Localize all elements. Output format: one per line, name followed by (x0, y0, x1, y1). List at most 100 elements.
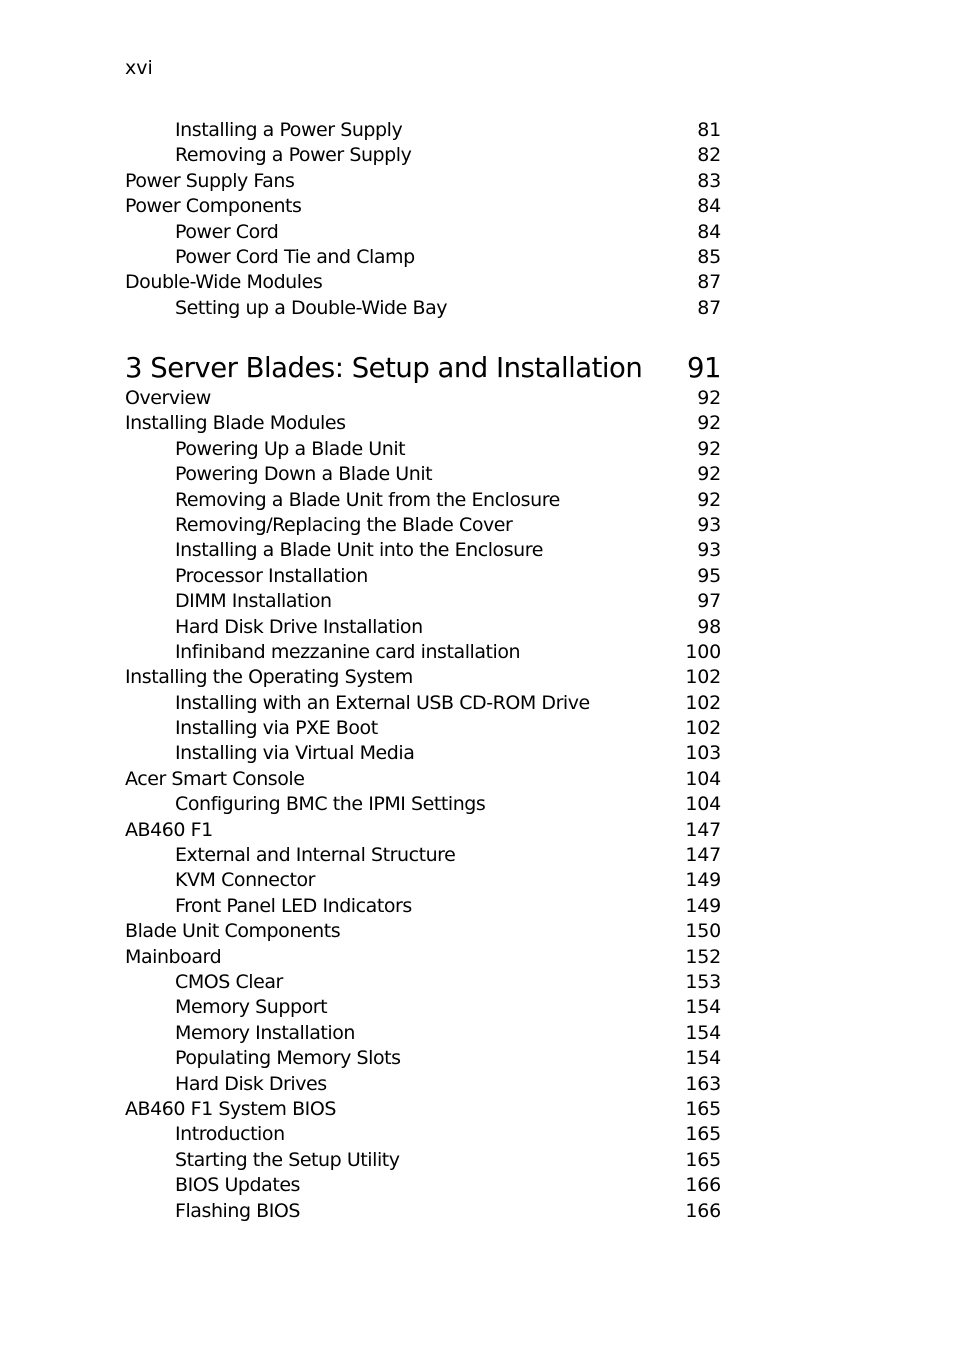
chapter-heading[interactable]: 3 Server Blades: Setup and Installation … (125, 350, 722, 386)
page-number: xvi (125, 57, 153, 79)
toc-entry-title: Installing via Virtual Media (175, 742, 415, 765)
toc-entry-page-number: 83 (697, 169, 721, 192)
toc-subentry[interactable]: Processor Installation 95 (125, 564, 721, 589)
toc-entry-page-number: 93 (697, 539, 721, 562)
toc-entry[interactable]: Acer Smart Console 104 (125, 767, 721, 792)
toc-subentry[interactable]: Installing via PXE Boot 102 (125, 716, 721, 741)
toc-entry-title: Installing with an External USB CD-ROM D… (175, 691, 590, 714)
toc-subentry[interactable]: External and Internal Structure 147 (125, 843, 721, 868)
toc-subentry[interactable]: Removing a Blade Unit from the Enclosure… (125, 488, 721, 513)
toc-subentry[interactable]: Installing via Virtual Media 103 (125, 741, 721, 766)
toc-entry-page-number: 150 (685, 920, 721, 943)
toc-subentry[interactable]: Introduction 165 (125, 1122, 721, 1147)
toc-subentry[interactable]: Installing with an External USB CD-ROM D… (125, 691, 721, 716)
toc-entry-title: Installing Blade Modules (125, 412, 346, 435)
toc-subentry[interactable]: Removing/Replacing the Blade Cover 93 (125, 513, 721, 538)
toc-entry-page-number: 92 (697, 412, 721, 435)
toc-entry-title: Installing a Blade Unit into the Enclosu… (175, 539, 543, 562)
toc-entry-page-number: 92 (697, 488, 721, 511)
toc-entry-page-number: 92 (697, 387, 721, 409)
toc-entry-title: AB460 F1 System BIOS (125, 1097, 336, 1120)
toc-subentry[interactable]: Infiniband mezzanine card installation 10… (125, 640, 721, 665)
toc-entry-title: Installing the Operating System (125, 666, 413, 689)
toc-entry-page-number: 149 (685, 894, 721, 917)
toc-subentry[interactable]: Populating Memory Slots 154 (125, 1046, 721, 1071)
toc-subentry[interactable]: Starting the Setup Utility 165 (125, 1148, 721, 1173)
toc-subentry[interactable]: Memory Support 154 (125, 995, 721, 1020)
toc-subentry[interactable]: BIOS Updates 166 (125, 1173, 721, 1198)
toc-continued-list: Installing a Power Supply 81 Removing a Po… (125, 118, 721, 321)
toc-entry[interactable]: Installing the Operating System 102 (125, 665, 721, 690)
toc-subentry[interactable]: Powering Up a Blade Unit 92 (125, 437, 721, 462)
toc-subentry[interactable]: Front Panel LED Indicators 149 (125, 894, 721, 919)
toc-entry-page-number: 152 (685, 945, 721, 968)
toc-entry-page-number: 147 (685, 844, 721, 867)
toc-subentry[interactable]: Removing a Power Supply 82 (125, 143, 721, 168)
toc-entry-page-number: 165 (685, 1123, 721, 1146)
toc-entry[interactable]: Mainboard 152 (125, 945, 721, 970)
toc-entry-title: Removing/Replacing the Blade Cover (175, 513, 513, 536)
toc-entry-page-number: 147 (685, 818, 721, 841)
toc-entry[interactable]: Power Supply Fans 83 (125, 169, 721, 194)
toc-entry-page-number: 102 (685, 691, 721, 714)
toc-entry-title: Power Components (125, 195, 302, 218)
toc-subentry[interactable]: CMOS Clear 153 (125, 970, 721, 995)
toc-entry-page-number: 84 (697, 220, 721, 243)
toc-entry-title: Front Panel LED Indicators (175, 894, 412, 917)
toc-subentry[interactable]: Powering Down a Blade Unit 92 (125, 462, 721, 487)
toc-entry-page-number: 84 (697, 195, 721, 218)
toc-subentry[interactable]: Power Cord 84 (125, 220, 721, 245)
toc-entry[interactable]: Overview 92 (125, 386, 721, 411)
toc-entry-title: Installing a Power Supply (175, 119, 403, 141)
toc-subentry[interactable]: Memory Installation 154 (125, 1021, 721, 1046)
toc-entry-title: Power Cord Tie and Clamp (175, 245, 415, 268)
toc-subentry[interactable]: KVM Connector 149 (125, 868, 721, 893)
toc-entry-title: Memory Support (175, 996, 328, 1019)
toc-entry-title: BIOS Updates (175, 1174, 301, 1197)
toc-subentry[interactable]: Hard Disk Drives 163 (125, 1072, 721, 1097)
toc-entry-page-number: 103 (685, 742, 721, 765)
chapter-page-number: 91 (687, 352, 722, 384)
toc-entry[interactable]: Installing Blade Modules 92 (125, 411, 721, 436)
toc-entry-page-number: 102 (685, 666, 721, 689)
toc-entry-title: Powering Down a Blade Unit (175, 463, 433, 486)
toc-entry[interactable]: AB460 F1 System BIOS 165 (125, 1097, 721, 1122)
toc-entry-page-number: 154 (685, 996, 721, 1019)
toc-entry-title: Hard Disk Drives (175, 1072, 327, 1095)
toc-entry-title: Power Supply Fans (125, 169, 295, 192)
toc-entry[interactable]: AB460 F1 147 (125, 818, 721, 843)
toc-subentry[interactable]: Flashing BIOS 166 (125, 1199, 721, 1224)
toc-entry-title: Hard Disk Drive Installation (175, 615, 423, 638)
toc-entry-page-number: 153 (685, 970, 721, 993)
toc-subentry[interactable]: Installing a Power Supply 81 (125, 118, 721, 143)
toc-subentry[interactable]: Configuring BMC the IPMI Settings 104 (125, 792, 721, 817)
toc-entry-page-number: 154 (685, 1021, 721, 1044)
toc-entry[interactable]: Blade Unit Components 150 (125, 919, 721, 944)
toc-entry-page-number: 166 (685, 1199, 721, 1222)
toc-entry-title: External and Internal Structure (175, 844, 456, 867)
toc-entry-page-number: 165 (685, 1097, 721, 1120)
toc-entry[interactable]: Power Components 84 (125, 194, 721, 219)
toc-entry-page-number: 104 (685, 767, 721, 790)
toc-subentry[interactable]: Installing a Blade Unit into the Enclosu… (125, 538, 721, 563)
toc-subentry[interactable]: Hard Disk Drive Installation 98 (125, 615, 721, 640)
toc-entry-page-number: 98 (697, 615, 721, 638)
toc-entry-title: DIMM Installation (175, 590, 332, 613)
toc-entry-title: Memory Installation (175, 1021, 355, 1044)
toc-entry-page-number: 97 (697, 590, 721, 613)
toc-entry-page-number: 104 (685, 793, 721, 816)
toc-entry-title: Powering Up a Blade Unit (175, 437, 406, 460)
toc-chapter-3: 3 Server Blades: Setup and Installation … (125, 350, 722, 1224)
toc-entry-page-number: 166 (685, 1174, 721, 1197)
toc-subentry[interactable]: DIMM Installation 97 (125, 589, 721, 614)
toc-entry-title: Power Cord (175, 220, 279, 243)
toc-entry[interactable]: Double-Wide Modules 87 (125, 270, 721, 295)
toc-entry-page-number: 82 (697, 144, 721, 167)
toc-entry-title: Setting up a Double-Wide Bay (175, 296, 448, 319)
toc-entry-page-number: 102 (685, 717, 721, 740)
toc-subentry[interactable]: Setting up a Double-Wide Bay 87 (125, 296, 721, 321)
toc-entry-page-number: 81 (697, 119, 721, 141)
toc-entry-page-number: 87 (697, 296, 721, 319)
toc-entry-title: CMOS Clear (175, 970, 283, 993)
toc-subentry[interactable]: Power Cord Tie and Clamp 85 (125, 245, 721, 270)
